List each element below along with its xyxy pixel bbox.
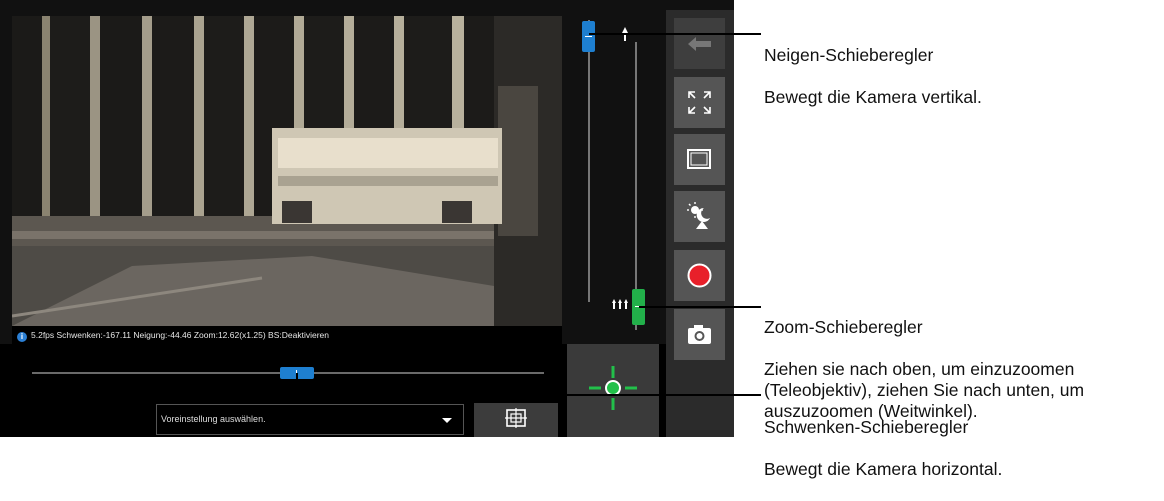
crosshair-icon xyxy=(589,366,637,410)
tilt-callout: Neigen-Schieberegler Bewegt die Kamera v… xyxy=(764,24,982,129)
pan-callout-title: Schwenken-Schieberegler xyxy=(764,417,969,437)
info-icon: i xyxy=(17,332,27,342)
zoom-callout-line xyxy=(639,306,761,308)
tilt-callout-line xyxy=(589,33,761,35)
preset-select[interactable]: Voreinstellung auswählen. xyxy=(156,404,464,435)
fullscreen-button[interactable] xyxy=(674,77,725,128)
wide-icon xyxy=(612,299,628,309)
frame-icon xyxy=(687,149,711,169)
preset-select-value: Voreinstellung auswählen. xyxy=(161,414,266,424)
record-button[interactable] xyxy=(674,250,725,301)
tele-icon xyxy=(622,27,628,41)
back-arrow-icon xyxy=(688,37,711,51)
back-button[interactable] xyxy=(674,18,725,69)
tilt-callout-title: Neigen-Schieberegler xyxy=(764,45,934,65)
day-night-icon xyxy=(687,202,710,229)
status-bar: i 5.2fps Schwenken:-167.11 Neigung:-44.46… xyxy=(12,326,562,344)
status-text: 5.2fps Schwenken:-167.11 Neigung:-44.46 … xyxy=(31,330,329,340)
pan-callout: Schwenken-Schieberegler Bewegt die Kamer… xyxy=(764,396,1002,501)
preset-grid-button[interactable] xyxy=(474,403,558,437)
record-icon xyxy=(687,263,712,288)
zoom-slider-track[interactable] xyxy=(635,42,637,330)
chevron-down-icon xyxy=(442,418,452,423)
direction-pad[interactable] xyxy=(567,344,659,437)
pan-callout-desc: Bewegt die Kamera horizontal. xyxy=(764,459,1003,479)
frame-button[interactable] xyxy=(674,134,725,185)
zoom-callout-title: Zoom-Schieberegler xyxy=(764,317,923,337)
fullscreen-icon xyxy=(688,91,711,114)
camera-icon xyxy=(688,325,711,344)
preset-grid-icon xyxy=(505,408,527,428)
video-view[interactable] xyxy=(12,16,562,326)
pan-callout-line xyxy=(296,394,761,396)
snapshot-button[interactable] xyxy=(674,309,725,360)
day-night-button[interactable] xyxy=(674,191,725,242)
tilt-slider-track[interactable] xyxy=(588,20,590,302)
pan-callout-line-vertical xyxy=(296,373,298,395)
tilt-callout-desc: Bewegt die Kamera vertikal. xyxy=(764,87,982,107)
tilt-slider-handle[interactable] xyxy=(582,21,595,52)
